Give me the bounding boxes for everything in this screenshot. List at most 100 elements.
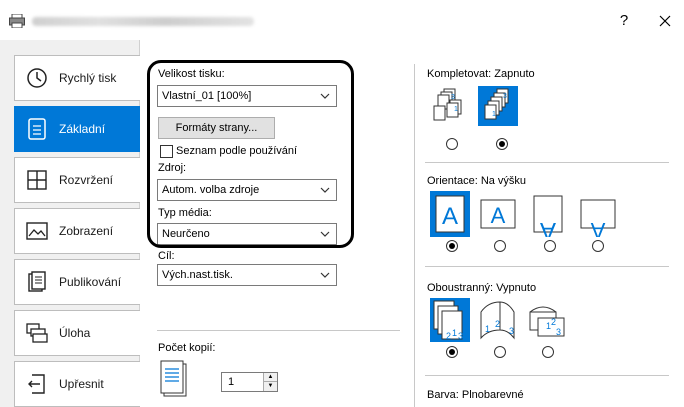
orientation-landscape-rotated-letter: A bbox=[590, 218, 605, 237]
orientation-landscape-radio[interactable] bbox=[494, 240, 506, 252]
divider bbox=[425, 162, 669, 163]
spin-up-icon[interactable]: ▲ bbox=[264, 373, 277, 382]
copies-document-icon bbox=[160, 360, 187, 397]
sidebar-item-label: Rychlý tisk bbox=[59, 71, 117, 85]
arrow-left-icon bbox=[26, 373, 48, 395]
collate-on-icon: 3 1 bbox=[484, 88, 509, 120]
collate-label-text: Kompletovat: bbox=[427, 68, 492, 80]
highlight-frame bbox=[147, 60, 354, 248]
duplex-off-icon: 1 2 3 bbox=[433, 300, 463, 341]
chevron-down-icon bbox=[320, 272, 330, 278]
portrait-rotated-icon: A bbox=[533, 195, 563, 244]
color-value: Plnobarevné bbox=[461, 389, 524, 401]
clock-icon bbox=[26, 67, 48, 89]
collate-value: Zapnuto bbox=[494, 68, 535, 80]
duplex-long-page-3: 3 bbox=[509, 326, 514, 336]
landscape-icon: A bbox=[480, 199, 516, 229]
sidebar-item-advanced[interactable]: Upřesnit bbox=[14, 361, 140, 407]
title-bar: ? bbox=[0, 0, 684, 40]
duplex-off-page-1: 1 bbox=[452, 328, 457, 338]
collate-on-radio[interactable] bbox=[496, 138, 508, 150]
portrait-icon: A bbox=[435, 195, 465, 233]
divider bbox=[157, 330, 400, 331]
duplex-short-edge-icon: 1 2 3 bbox=[529, 306, 565, 337]
close-button[interactable] bbox=[652, 10, 678, 32]
duplex-short-page-2: 2 bbox=[551, 317, 556, 327]
close-icon bbox=[659, 15, 671, 27]
orientation-landscape-letter: A bbox=[491, 203, 506, 228]
printer-icon bbox=[9, 14, 25, 28]
orientation-label: Orientace: Na výšku bbox=[427, 175, 526, 187]
duplex-long-page-1: 1 bbox=[485, 324, 490, 334]
copies-stepper[interactable]: 1 ▲ ▼ bbox=[221, 372, 278, 392]
book-icon bbox=[26, 271, 48, 293]
collate-off-option[interactable]: 3 1 bbox=[430, 86, 470, 126]
duplex-short-page-3: 3 bbox=[556, 327, 561, 337]
duplex-label-text: Oboustranný: bbox=[427, 282, 494, 294]
sidebar-item-label: Úloha bbox=[59, 326, 91, 340]
duplex-long-edge-radio[interactable] bbox=[494, 346, 506, 358]
window-title bbox=[32, 17, 254, 26]
sidebar-item-basic[interactable]: Základní bbox=[14, 106, 140, 152]
orientation-portrait-letter: A bbox=[442, 203, 458, 230]
divider bbox=[425, 266, 669, 267]
landscape-rotated-icon: A bbox=[580, 199, 616, 243]
collate-on-option[interactable]: 3 1 bbox=[478, 86, 518, 126]
sidebar-item-label: Publikování bbox=[59, 275, 122, 289]
duplex-off-radio[interactable] bbox=[446, 346, 458, 358]
orientation-landscape-rotated-option[interactable]: A bbox=[578, 191, 618, 243]
sidebar-item-label: Rozvržení bbox=[59, 173, 114, 187]
spin-down-icon[interactable]: ▼ bbox=[264, 382, 277, 391]
destination-value: Vých.nast.tisk. bbox=[162, 269, 233, 281]
document-icon bbox=[26, 118, 48, 140]
duplex-off-option[interactable]: 1 2 3 bbox=[430, 298, 470, 342]
destination-dropdown[interactable]: Vých.nast.tisk. bbox=[157, 264, 337, 286]
divider bbox=[425, 375, 669, 376]
orientation-portrait-option[interactable]: A bbox=[430, 191, 470, 237]
sidebar-item-publishing[interactable]: Publikování bbox=[14, 259, 140, 305]
sidebar-item-display[interactable]: Zobrazení bbox=[14, 208, 140, 254]
orientation-portrait-radio[interactable] bbox=[446, 240, 458, 252]
orientation-portrait-rotated-radio[interactable] bbox=[544, 240, 556, 252]
collate-off-radio[interactable] bbox=[446, 138, 458, 150]
sidebar-item-label: Základní bbox=[59, 122, 106, 136]
sidebar-item-job[interactable]: Úloha bbox=[14, 310, 140, 356]
svg-text:3: 3 bbox=[451, 94, 455, 101]
svg-text:3: 3 bbox=[503, 93, 507, 100]
copies-label: Počet kopií: bbox=[158, 342, 216, 354]
stack-icon bbox=[26, 322, 48, 344]
orientation-rotated-letter: A bbox=[540, 217, 556, 237]
collate-label: Kompletovat: Zapnuto bbox=[427, 68, 535, 80]
destination-label: Cíl: bbox=[158, 250, 175, 262]
color-label: Barva: Plnobarevné bbox=[427, 389, 524, 401]
help-button[interactable]: ? bbox=[612, 10, 636, 32]
duplex-short-edge-option[interactable]: 1 2 3 bbox=[526, 298, 566, 342]
sidebar-item-layout[interactable]: Rozvržení bbox=[14, 157, 140, 203]
color-label-text: Barva: bbox=[427, 389, 459, 401]
orientation-label-text: Orientace: bbox=[427, 175, 478, 187]
duplex-off-page-3: 3 bbox=[458, 331, 463, 341]
orientation-value: Na výšku bbox=[480, 175, 527, 187]
duplex-long-page-2: 2 bbox=[495, 319, 500, 329]
collate-off-icon: 3 1 bbox=[433, 88, 462, 121]
image-icon bbox=[26, 220, 48, 242]
copies-spin-buttons[interactable]: ▲ ▼ bbox=[263, 373, 277, 391]
orientation-landscape-rotated-radio[interactable] bbox=[592, 240, 604, 252]
column-divider bbox=[414, 64, 415, 407]
svg-text:1: 1 bbox=[492, 111, 496, 118]
duplex-long-edge-icon: 1 2 3 bbox=[480, 301, 515, 340]
sidebar-item-quick-print[interactable]: Rychlý tisk bbox=[14, 55, 140, 101]
orientation-landscape-option[interactable]: A bbox=[478, 191, 518, 237]
orientation-portrait-rotated-option[interactable]: A bbox=[528, 191, 568, 244]
duplex-off-page-2: 2 bbox=[446, 331, 451, 341]
sidebar-item-label: Zobrazení bbox=[59, 224, 114, 238]
layout-grid-icon bbox=[26, 169, 48, 191]
duplex-long-edge-option[interactable]: 1 2 3 bbox=[478, 298, 518, 342]
duplex-label: Oboustranný: Vypnuto bbox=[427, 282, 536, 294]
sidebar-item-label: Upřesnit bbox=[59, 377, 104, 391]
duplex-value: Vypnuto bbox=[496, 282, 537, 294]
copies-value: 1 bbox=[228, 376, 235, 388]
duplex-short-edge-radio[interactable] bbox=[542, 346, 554, 358]
svg-text:1: 1 bbox=[454, 106, 458, 113]
sidebar: Rychlý tisk Základní Rozvržení Zobrazení… bbox=[0, 40, 140, 407]
